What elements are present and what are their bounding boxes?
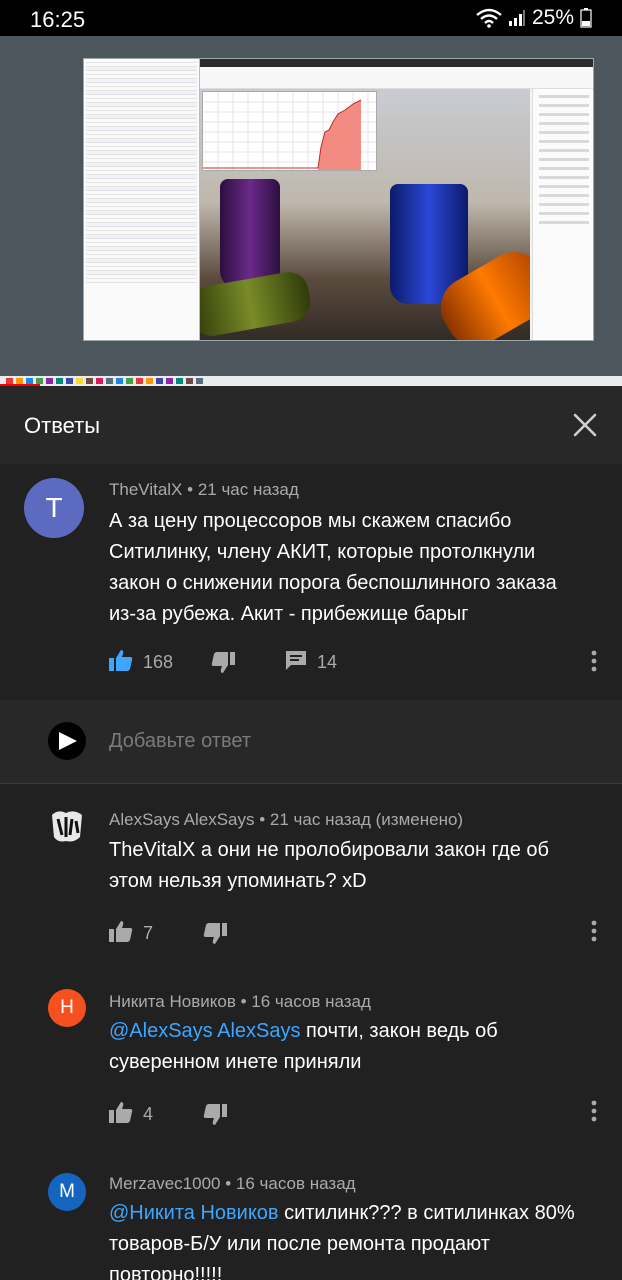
like-count: 4 <box>143 1104 154 1124</box>
taskbar-app-icon <box>126 378 133 384</box>
avatar-letter: Н <box>60 997 74 1018</box>
comment-actions: 7 <box>109 917 228 950</box>
signal-icon <box>508 9 526 27</box>
status-time: 16:25 <box>30 7 86 32</box>
like-icon[interactable] <box>109 649 133 676</box>
video-frame <box>83 58 594 341</box>
reply-input[interactable]: Добавьте ответ <box>109 730 251 753</box>
settings-panel <box>532 89 593 340</box>
taskbar-app-icon <box>196 378 203 384</box>
mention-link[interactable]: @AlexSays AlexSays <box>109 1020 301 1042</box>
avatar[interactable]: T <box>24 478 84 538</box>
battery-icon <box>580 8 592 28</box>
dislike-icon[interactable] <box>203 1104 228 1131</box>
replies-header: Ответы <box>0 386 622 464</box>
like-icon[interactable] <box>109 1101 133 1128</box>
user-avatar-icon <box>48 722 86 760</box>
mention-link[interactable]: @Никита Новиков <box>109 1202 279 1224</box>
more-options-icon[interactable] <box>591 1100 597 1122</box>
status-bar: 16:25 25% <box>0 0 622 36</box>
taskbar-app-icon <box>116 378 123 384</box>
more-options-icon[interactable] <box>591 650 597 672</box>
avatar-letter: T <box>45 492 63 523</box>
comment-time: • 16 часов назад <box>225 1174 356 1193</box>
taskbar-app-icon <box>86 378 93 384</box>
sensor-list-window <box>84 59 200 340</box>
reply-item: Н Никита Новиков • 16 часов назад @AlexS… <box>0 966 622 1146</box>
taskbar-app-icon <box>166 378 173 384</box>
parent-comment: T TheVitalX • 21 час назад А за цену про… <box>0 464 622 700</box>
add-reply-row[interactable]: Добавьте ответ <box>0 700 622 784</box>
photo-app-window <box>200 59 593 340</box>
comment-text: TheVitalX а они не пролобировали закон г… <box>109 839 549 892</box>
cpu-graph <box>202 91 377 171</box>
comment-text: @AlexSays AlexSays почти, закон ведь об … <box>109 1016 589 1078</box>
avatar[interactable]: Н <box>48 989 86 1027</box>
replies-title: Ответы <box>24 413 101 438</box>
comment-time: • 16 часов назад <box>240 992 371 1011</box>
taskbar-app-icon <box>136 378 143 384</box>
alexsays-avatar-icon <box>52 811 82 842</box>
comment-actions: 168 14 <box>109 646 337 679</box>
taskbar-app-icon <box>176 378 183 384</box>
comment-actions: 4 <box>109 1098 228 1131</box>
taskbar-app-icon <box>56 378 63 384</box>
reply-count: 14 <box>317 652 338 672</box>
avatar[interactable]: M <box>48 1173 86 1211</box>
wifi-icon <box>476 8 502 28</box>
comment-time: • 21 час назад (изменено) <box>259 810 464 829</box>
reply-item: AlexSays AlexSays • 21 час назад (измене… <box>0 785 622 960</box>
reply-icon[interactable] <box>285 649 307 676</box>
taskbar-app-icon <box>66 378 73 384</box>
more-options-icon[interactable] <box>591 920 597 942</box>
taskbar-app-icon <box>156 378 163 384</box>
video-player[interactable] <box>0 36 622 386</box>
taskbar-app-icon <box>46 378 53 384</box>
reply-item: M Merzavec1000 • 16 часов назад @Никита … <box>0 1148 622 1280</box>
comment-text: @Никита Новиков ситилинк??? в ситилинках… <box>109 1198 589 1280</box>
close-icon[interactable] <box>570 410 600 440</box>
taskbar-app-icon <box>106 378 113 384</box>
comment-author[interactable]: Merzavec1000 <box>109 1174 221 1193</box>
comment-author[interactable]: AlexSays AlexSays <box>109 810 255 829</box>
taskbar-app-icon <box>186 378 193 384</box>
like-icon[interactable] <box>109 920 133 947</box>
sensor-row <box>86 279 197 283</box>
comment-text: А за цену процессоров мы скажем спасибо … <box>109 510 557 625</box>
comment-author[interactable]: Никита Новиков <box>109 992 236 1011</box>
rendered-photo <box>200 89 530 340</box>
taskbar-app-icon <box>96 378 103 384</box>
avatar-letter: M <box>59 1181 75 1202</box>
dislike-icon[interactable] <box>203 923 228 950</box>
like-count: 7 <box>143 923 154 943</box>
comment-time: • 21 час назад <box>187 480 299 499</box>
like-count: 168 <box>143 652 174 672</box>
taskbar-app-icon <box>146 378 153 384</box>
comment-author[interactable]: TheVitalX <box>109 480 182 499</box>
dislike-icon[interactable] <box>211 652 236 679</box>
avatar[interactable] <box>48 807 86 845</box>
desktop-taskbar <box>0 376 622 386</box>
battery-percent: 25% <box>531 6 574 29</box>
taskbar-app-icon <box>76 378 83 384</box>
